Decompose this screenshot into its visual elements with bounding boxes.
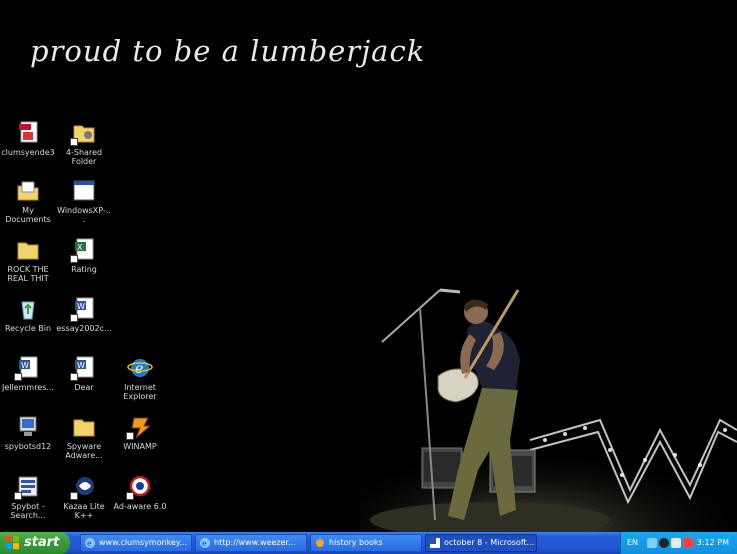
taskbar-button-word-document[interactable]: october 8 - Microsoft... <box>425 534 537 552</box>
folder-icon <box>70 414 98 440</box>
icon-label: Kazaa Lite K++ <box>63 502 105 520</box>
icon-label: Spybot - Search... <box>10 502 46 520</box>
desktop-icon-kazaa-lite[interactable]: Kazaa Lite K++ <box>56 474 112 520</box>
icon-label: 4-Shared Folder <box>65 148 103 166</box>
my-documents-icon <box>14 178 42 204</box>
icon-label: Spyware Adware... <box>65 442 103 460</box>
icon-label: Dear <box>74 383 94 392</box>
icon-label: Recycle Bin <box>4 324 52 333</box>
task-label: www.clumsymonkey... <box>99 538 188 547</box>
desktop-icon-windowsxp[interactable]: WindowsXP-... <box>56 178 112 224</box>
task-label: history books <box>329 538 383 547</box>
desktop-icon-jellemmres[interactable]: W Jellemmres... <box>0 355 56 392</box>
desktop-icon-shared-folder[interactable]: My Documents <box>0 178 56 224</box>
icon-label: WINAMP <box>123 442 157 451</box>
windows-flag-icon <box>6 536 19 549</box>
taskbar-button-weezer[interactable]: e http://www.weezer... <box>195 534 307 552</box>
desktop-icon-internet-explorer[interactable]: e Internet Explorer <box>112 355 168 401</box>
start-label: start <box>24 535 60 550</box>
taskbar-button-history-books[interactable]: history books <box>310 534 422 552</box>
music-icon <box>316 539 324 547</box>
icon-label: My Documents <box>5 206 51 224</box>
pdf-document-icon <box>14 120 42 146</box>
task-label: october 8 - Microsoft... <box>444 538 535 547</box>
wallpaper-guitarist-photo <box>360 270 737 532</box>
desktop[interactable]: proud to be a lumberjack clumsyende3 My … <box>0 0 737 532</box>
icon-label: Internet Explorer <box>123 383 157 401</box>
svg-text:e: e <box>202 539 207 548</box>
icon-label: clumsyende3 <box>1 148 55 157</box>
recycle-bin-icon <box>14 296 42 322</box>
icon-label: essay2002c... <box>56 324 112 333</box>
desktop-icon-clumsyende3[interactable]: clumsyende3 <box>0 120 56 157</box>
icon-label: spybotsd12 <box>4 442 52 451</box>
shared-folder-icon <box>70 120 98 146</box>
folder-icon <box>14 237 42 263</box>
kazaa-icon <box>70 474 98 500</box>
word-document-icon: W <box>70 296 98 322</box>
installer-icon <box>14 414 42 440</box>
svg-text:W: W <box>77 302 85 311</box>
word-document-icon <box>430 538 440 548</box>
excel-document-icon: X <box>70 237 98 263</box>
penguin-icon[interactable] <box>659 538 669 548</box>
wallpaper-tagline: proud to be a lumberjack <box>30 34 426 68</box>
word-document-icon: W <box>14 355 42 381</box>
desktop-icon-spybotsd12[interactable]: spybotsd12 <box>0 414 56 451</box>
desktop-icon-ad-aware[interactable]: Ad-aware 6.0 <box>112 474 168 511</box>
start-button[interactable]: start <box>0 532 70 554</box>
word-document-icon: W <box>70 355 98 381</box>
desktop-icon-dear[interactable]: W Dear <box>56 355 112 392</box>
desktop-icon-recycle-bin[interactable]: Recycle Bin <box>0 296 56 333</box>
spybot-icon <box>14 474 42 500</box>
taskbar-button-clumsymonkey[interactable]: e www.clumsymonkey... <box>80 534 192 552</box>
ad-aware-icon <box>126 474 154 500</box>
internet-explorer-icon: e <box>126 355 154 381</box>
security-icon[interactable] <box>683 538 693 548</box>
icon-label: WindowsXP-... <box>57 206 111 224</box>
internet-explorer-icon: e <box>200 538 210 548</box>
svg-text:W: W <box>21 361 29 370</box>
taskbar: start e www.clumsymonkey... e http://www… <box>0 532 737 554</box>
system-tray: EN 3:12 PM <box>620 532 737 554</box>
winamp-icon <box>126 414 154 440</box>
task-label: http://www.weezer... <box>214 538 296 547</box>
clock[interactable]: 3:12 PM <box>697 532 729 554</box>
desktop-icon-spybot-search[interactable]: Spybot - Search... <box>0 474 56 520</box>
icon-label: Rating <box>71 265 97 274</box>
desktop-icon-rating[interactable]: X Rating <box>56 237 112 274</box>
icon-label: ROCK THE REAL THIT <box>7 265 49 283</box>
desktop-icon-winamp[interactable]: WINAMP <box>112 414 168 451</box>
desktop-icon-essay2002c[interactable]: W essay2002c... <box>56 296 112 333</box>
svg-text:W: W <box>77 361 85 370</box>
network-icon[interactable] <box>647 538 657 548</box>
desktop-icon-spyware-adware[interactable]: Spyware Adware... <box>56 414 112 460</box>
desktop-icon-4-shared-folder[interactable]: 4-Shared Folder <box>56 120 112 166</box>
svg-text:e: e <box>87 539 92 548</box>
svg-text:X: X <box>77 243 83 252</box>
window-icon <box>70 178 98 204</box>
desktop-icon-rock-the-real-thit[interactable]: ROCK THE REAL THIT <box>0 237 56 283</box>
internet-explorer-icon: e <box>85 538 95 548</box>
language-indicator[interactable]: EN <box>627 532 638 554</box>
volume-icon[interactable] <box>671 538 681 548</box>
icon-label: Ad-aware 6.0 <box>113 502 167 511</box>
icon-label: Jellemmres... <box>1 383 55 392</box>
